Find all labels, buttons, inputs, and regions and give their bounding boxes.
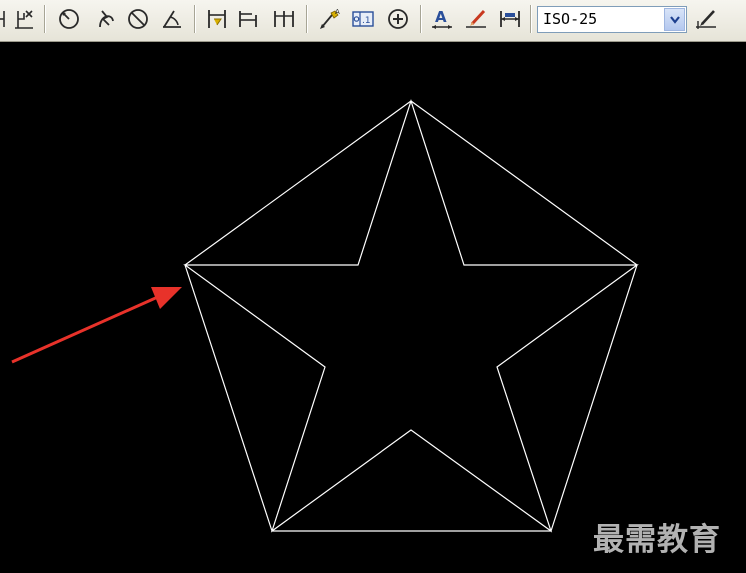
pentagon-outline[interactable] — [184, 100, 638, 532]
svg-text:A: A — [335, 8, 340, 16]
dimension-edit-icon[interactable]: A — [428, 5, 456, 33]
angular-icon[interactable] — [158, 5, 186, 33]
toolbar-separator — [420, 5, 422, 33]
radius-icon[interactable] — [55, 5, 83, 33]
center-mark-icon[interactable] — [384, 5, 412, 33]
dim-linear-icon[interactable] — [0, 5, 10, 33]
dimension-update-icon[interactable] — [496, 5, 524, 33]
svg-text:.1: .1 — [362, 16, 371, 26]
toolbar-separator — [194, 5, 196, 33]
red-arrow-annotation — [11, 287, 182, 364]
dimension-style-value: ISO-25 — [543, 10, 598, 28]
drawing-geometry — [11, 99, 639, 533]
jogged-icon[interactable] — [92, 5, 120, 33]
quick-dimension-icon[interactable] — [203, 5, 231, 33]
diameter-icon[interactable] — [124, 5, 152, 33]
tolerance-icon[interactable]: .1 — [349, 5, 377, 33]
toolbar-separator — [306, 5, 308, 33]
dimension-text-edit-icon[interactable] — [462, 5, 490, 33]
chevron-down-icon[interactable] — [664, 8, 685, 31]
star-outline[interactable] — [183, 99, 639, 533]
toolbar-separator — [44, 5, 46, 33]
continue-icon[interactable] — [270, 5, 298, 33]
baseline-icon[interactable] — [234, 5, 262, 33]
svg-text:A: A — [435, 8, 447, 26]
toolbar-separator — [530, 5, 532, 33]
dimension-style-select[interactable]: ISO-25 — [537, 6, 687, 33]
ordinate-icon[interactable] — [10, 5, 38, 33]
watermark-text: 最需教育 — [593, 522, 721, 558]
dimension-toolbar: A .1 A ISO-25 — [0, 0, 746, 42]
quick-leader-icon[interactable]: A — [316, 5, 344, 33]
dimension-style-icon[interactable] — [692, 5, 720, 33]
drawing-canvas[interactable] — [0, 42, 746, 573]
